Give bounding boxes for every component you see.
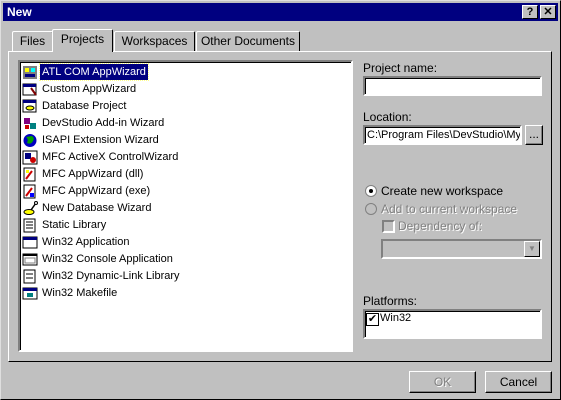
project-name-input[interactable]: [363, 76, 542, 96]
static-lib-icon: [23, 218, 36, 233]
platforms-list[interactable]: ✔ Win32: [363, 309, 542, 339]
dll-icon: [23, 269, 36, 284]
dropdown-arrow-icon[interactable]: ▼: [524, 241, 540, 257]
add-workspace-radio[interactable]: [365, 203, 377, 215]
addin-icon: [24, 118, 36, 129]
database-icon: [22, 99, 37, 113]
dependency-label: Dependency of:: [398, 219, 483, 233]
tab-other-documents[interactable]: Other Documents: [196, 31, 300, 51]
help-button[interactable]: ?: [522, 5, 538, 19]
location-input[interactable]: C:\Program Files\DevStudio\My: [363, 125, 522, 145]
create-workspace-label: Create new workspace: [381, 184, 504, 198]
add-workspace-label: Add to current workspace: [381, 202, 518, 216]
atl-com-icon: [23, 66, 37, 79]
project-name-label: Project name:: [363, 61, 438, 75]
mfc-exe-icon: [23, 184, 36, 199]
db-wizard-icon: [23, 201, 38, 215]
title-bar[interactable]: New ? ✕: [3, 3, 558, 21]
platform-win32-label: Win32: [380, 312, 412, 324]
custom-wizard-icon: [22, 83, 37, 96]
console-icon: [22, 253, 38, 266]
tab-workspaces[interactable]: Workspaces: [114, 31, 195, 51]
cancel-button[interactable]: Cancel: [485, 371, 552, 393]
mfc-dll-icon: [23, 167, 36, 182]
tab-projects[interactable]: Projects: [52, 29, 113, 52]
window-title: New: [7, 5, 32, 19]
dependency-checkbox[interactable]: [382, 220, 395, 233]
platform-win32-checkbox[interactable]: ✔: [366, 313, 379, 326]
activex-icon: [22, 150, 38, 165]
close-button[interactable]: ✕: [540, 5, 556, 19]
globe-icon: [23, 134, 37, 147]
win32-app-icon: [22, 236, 38, 249]
create-workspace-radio[interactable]: [365, 185, 377, 197]
location-label: Location:: [363, 110, 412, 124]
project-type-list[interactable]: ATL COM AppWizard Custom AppWizard Datab…: [18, 60, 353, 352]
ok-button[interactable]: OK: [409, 371, 476, 393]
makefile-icon: [22, 287, 38, 300]
browse-button[interactable]: ...: [525, 125, 543, 145]
tab-files[interactable]: Files: [12, 31, 53, 51]
dependency-combo[interactable]: ▼: [381, 239, 542, 259]
platforms-label: Platforms:: [363, 294, 418, 308]
